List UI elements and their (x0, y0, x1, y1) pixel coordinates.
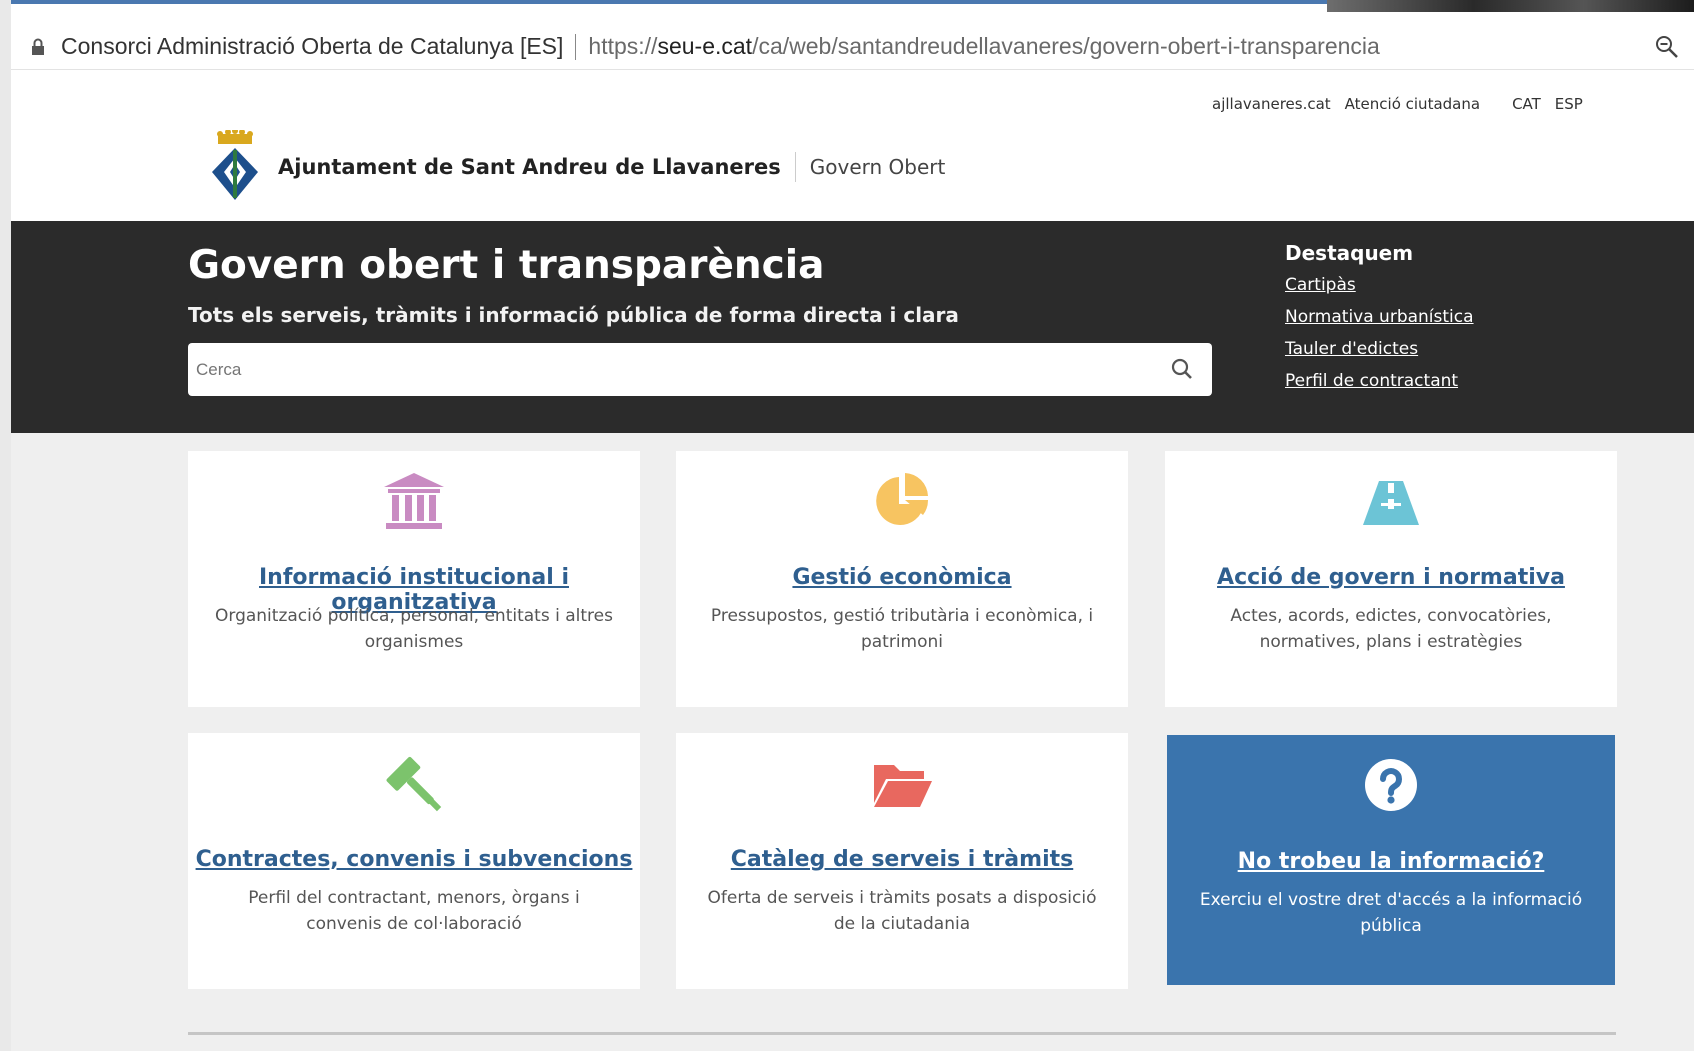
category-title[interactable]: Gestió econòmica (676, 565, 1128, 590)
highlight-link-cartipas[interactable]: Cartipàs (1285, 275, 1474, 295)
category-description: Oferta de serveis i tràmits posats a dis… (707, 888, 1097, 934)
category-description: Organització política, personal, entitat… (215, 606, 613, 652)
pie-chart-icon (876, 473, 929, 525)
lang-cat-link[interactable]: CAT (1512, 95, 1541, 113)
category-card-info-request[interactable]: No trobeu la informació? Exerciu el vost… (1167, 735, 1615, 985)
category-description: Exerciu el vostre dret d'accés a la info… (1199, 890, 1583, 936)
category-description: Pressupostos, gestió tributària i econòm… (710, 606, 1094, 652)
category-card-economic[interactable]: Gestió econòmica Pressupostos, gestió tr… (676, 451, 1128, 707)
question-icon (1365, 759, 1417, 811)
window-edge (0, 0, 11, 1051)
attention-link[interactable]: Atenció ciutadana (1345, 95, 1480, 113)
institution-icon (384, 473, 444, 529)
brand-header: Ajuntament de Sant Andreu de Llavaneres … (208, 130, 945, 204)
highlights-title: Destaquem (1285, 241, 1414, 265)
category-title[interactable]: Catàleg de serveis i tràmits (676, 847, 1128, 872)
category-card-services-catalog[interactable]: Catàleg de serveis i tràmits Oferta de s… (676, 733, 1128, 989)
road-icon (1363, 481, 1419, 525)
highlight-link-perfil[interactable]: Perfil de contractant (1285, 371, 1474, 391)
municipality-name[interactable]: Ajuntament de Sant Andreu de Llavaneres (278, 155, 781, 179)
category-description: Perfil del contractant, menors, òrgans i… (248, 888, 580, 934)
search-box (188, 343, 1212, 396)
background-image-fragment (1327, 0, 1694, 12)
top-links: ajllavaneres.cat Atenció ciutadana CAT E… (1212, 95, 1583, 113)
page-tagline: Tots els serveis, tràmits i informació p… (188, 303, 959, 327)
site-link[interactable]: ajllavaneres.cat (1212, 95, 1331, 113)
address-bar[interactable]: Consorci Administració Oberta de Catalun… (11, 24, 1694, 70)
search-input[interactable] (188, 343, 1148, 396)
search-icon[interactable] (1170, 357, 1194, 381)
portal-name[interactable]: Govern Obert (810, 155, 946, 179)
site-identity[interactable]: Consorci Administració Oberta de Catalun… (61, 33, 563, 60)
brand-separator (794, 152, 796, 182)
category-title[interactable]: Acció de govern i normativa (1165, 565, 1617, 590)
highlight-link-normativa[interactable]: Normativa urbanística (1285, 307, 1474, 327)
url-text[interactable]: https://seu-e.cat/ca/web/santandreudella… (588, 33, 1379, 60)
hero-banner: Govern obert i transparència Tots els se… (11, 221, 1694, 433)
folder-open-icon (874, 765, 932, 807)
highlight-link-tauler[interactable]: Tauler d'edictes (1285, 339, 1474, 359)
category-title[interactable]: Contractes, convenis i subvencions (188, 847, 640, 872)
language-switcher: CAT ESP (1512, 95, 1583, 113)
lock-icon (32, 38, 44, 55)
page-title: Govern obert i transparència (188, 243, 825, 288)
zoom-icon[interactable] (1654, 34, 1680, 60)
lang-esp-link[interactable]: ESP (1555, 95, 1583, 113)
municipal-logo[interactable] (208, 130, 262, 204)
page-load-progress (11, 0, 1351, 4)
highlights-panel: Destaquem Cartipàs Normativa urbanística… (1285, 241, 1474, 403)
category-card-institutional[interactable]: Informació institucional i organitzativa… (188, 451, 640, 707)
section-divider (188, 1032, 1616, 1035)
category-card-government-action[interactable]: Acció de govern i normativa Actes, acord… (1165, 451, 1617, 707)
address-separator (575, 33, 577, 60)
category-card-contracts[interactable]: Contractes, convenis i subvencions Perfi… (188, 733, 640, 989)
gavel-icon (386, 756, 442, 812)
category-description: Actes, acords, edictes, convocatòries, n… (1230, 606, 1552, 652)
category-title[interactable]: No trobeu la informació? (1167, 849, 1615, 874)
